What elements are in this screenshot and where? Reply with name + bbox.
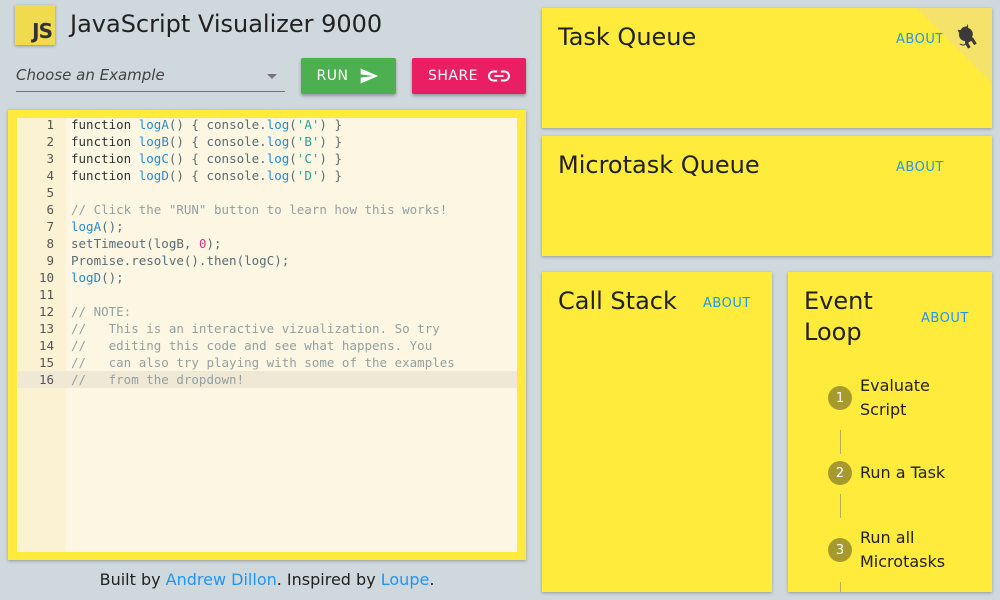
code-text: // NOTE:: [71, 304, 132, 319]
code-line[interactable]: 9 Promise.resolve().then(logC);: [17, 252, 517, 269]
step-connector: [840, 494, 841, 518]
code-text: // from the dropdown!: [71, 372, 245, 387]
js-logo: JS: [15, 5, 55, 45]
code-line[interactable]: 16 // from the dropdown!: [17, 371, 517, 388]
line-number: 8: [46, 236, 54, 251]
loupe-link[interactable]: Loupe: [381, 570, 430, 589]
code-line[interactable]: 5: [17, 184, 517, 201]
microtask-queue-title: Microtask Queue: [558, 151, 760, 179]
line-number: 6: [46, 202, 54, 217]
line-number: 5: [46, 185, 54, 200]
code-editor: 1 function logA() { console.log('A') } 2 fu…: [8, 110, 526, 560]
line-number: 2: [46, 134, 54, 149]
event-loop-about-link[interactable]: ABOUT: [921, 311, 969, 326]
footer-end: .: [429, 570, 435, 589]
line-number: 3: [46, 151, 54, 166]
code-line[interactable]: 15 // can also try playing with some of t…: [17, 354, 517, 371]
code-text: Promise.resolve().then(logC);: [71, 253, 290, 268]
author-link[interactable]: Andrew Dillon: [166, 570, 277, 589]
code-line[interactable]: 1 function logA() { console.log('A') }: [17, 118, 517, 133]
github-icon[interactable]: [954, 22, 982, 50]
line-number: 10: [38, 270, 54, 285]
logo-text: JS: [32, 19, 53, 43]
code-text: function logC() { console.log('C') }: [71, 151, 342, 166]
send-icon: [361, 68, 379, 84]
code-line[interactable]: 14 // editing this code and see what happ…: [17, 337, 517, 354]
code-lines: 1 function logA() { console.log('A') } 2 fu…: [17, 118, 517, 388]
event-loop-title: Event Loop: [804, 286, 873, 348]
run-button-label: RUN: [316, 68, 349, 84]
line-number: 4: [46, 168, 54, 183]
line-number: 15: [38, 355, 54, 370]
code-line[interactable]: 8 setTimeout(logB, 0);: [17, 235, 517, 252]
code-line[interactable]: 11: [17, 286, 517, 303]
line-number: 16: [38, 372, 54, 387]
event-loop-step-1: 1 Evaluate Script: [828, 374, 960, 422]
line-number: 14: [38, 338, 54, 353]
share-button-label: SHARE: [427, 68, 479, 84]
call-stack-about-link[interactable]: ABOUT: [703, 296, 751, 311]
step-label-2: Run a Task: [860, 463, 946, 482]
code-line[interactable]: 10 logD();: [17, 269, 517, 286]
code-line[interactable]: 6 // Click the "RUN" button to learn how …: [17, 201, 517, 218]
code-line[interactable]: 12 // NOTE:: [17, 303, 517, 320]
step-number-2: 2: [828, 461, 852, 485]
event-loop-step-2: 2 Run a Task: [828, 461, 960, 485]
code-text: setTimeout(logB, 0);: [71, 236, 222, 251]
example-select[interactable]: Choose an Example: [16, 60, 285, 92]
code-line[interactable]: 13 // This is an interactive vizualizatio…: [17, 320, 517, 337]
step-connector: [840, 430, 841, 454]
step-number-1: 1: [828, 386, 852, 410]
step-connector: [840, 582, 841, 592]
example-select-value: Choose an Example: [16, 66, 165, 84]
code-text: function logA() { console.log('A') }: [71, 118, 342, 132]
code-line[interactable]: 2 function logB() { console.log('B') }: [17, 133, 517, 150]
footer: Built by Andrew Dillon. Inspired by Loup…: [8, 570, 526, 589]
code-text: // editing this code and see what happen…: [71, 338, 433, 353]
line-number: 13: [38, 321, 54, 336]
code-text: logA();: [71, 219, 124, 234]
line-number: 7: [46, 219, 54, 234]
step-label-1: Evaluate Script: [860, 376, 930, 419]
event-loop-title-line2: Loop: [804, 318, 862, 346]
code-line[interactable]: 4 function logD() { console.log('D') }: [17, 167, 517, 184]
line-number: 12: [38, 304, 54, 319]
code-text: function logD() { console.log('D') }: [71, 168, 342, 183]
code-line[interactable]: 3 function logC() { console.log('C') }: [17, 150, 517, 167]
microtask-queue-about-link[interactable]: ABOUT: [896, 160, 944, 175]
code-line[interactable]: 7 logA();: [17, 218, 517, 235]
run-button[interactable]: RUN: [301, 58, 396, 94]
code-text: // can also try playing with some of the…: [71, 355, 455, 370]
line-number: 1: [46, 118, 54, 132]
footer-built-by: Built by: [99, 570, 166, 589]
code-text: function logB() { console.log('B') }: [71, 134, 342, 149]
step-label-3: Run all Microtasks: [860, 528, 946, 571]
event-loop-step-3: 3 Run all Microtasks: [828, 526, 960, 574]
task-queue-panel: Task Queue ABOUT: [542, 8, 992, 128]
code-editor-area[interactable]: 1 function logA() { console.log('A') } 2 fu…: [17, 118, 517, 552]
app-title: JavaScript Visualizer 9000: [70, 10, 383, 38]
call-stack-title: Call Stack: [558, 287, 677, 315]
code-text: // This is an interactive vizualization.…: [71, 321, 440, 336]
share-button[interactable]: SHARE: [412, 58, 526, 94]
line-number: 11: [38, 287, 54, 302]
step-number-3: 3: [828, 538, 852, 562]
line-number: 9: [46, 253, 54, 268]
call-stack-panel: Call Stack ABOUT: [542, 272, 772, 592]
chevron-down-icon: [267, 74, 277, 79]
microtask-queue-panel: Microtask Queue ABOUT: [542, 136, 992, 256]
footer-inspired: . Inspired by: [276, 570, 381, 589]
link-icon: [488, 70, 511, 82]
code-text: logD();: [71, 270, 124, 285]
event-loop-panel: Event Loop ABOUT 1 Evaluate Script 2 Run…: [788, 272, 992, 592]
event-loop-title-line1: Event: [804, 287, 873, 315]
task-queue-title: Task Queue: [558, 23, 697, 51]
code-text: // Click the "RUN" button to learn how t…: [71, 202, 448, 217]
